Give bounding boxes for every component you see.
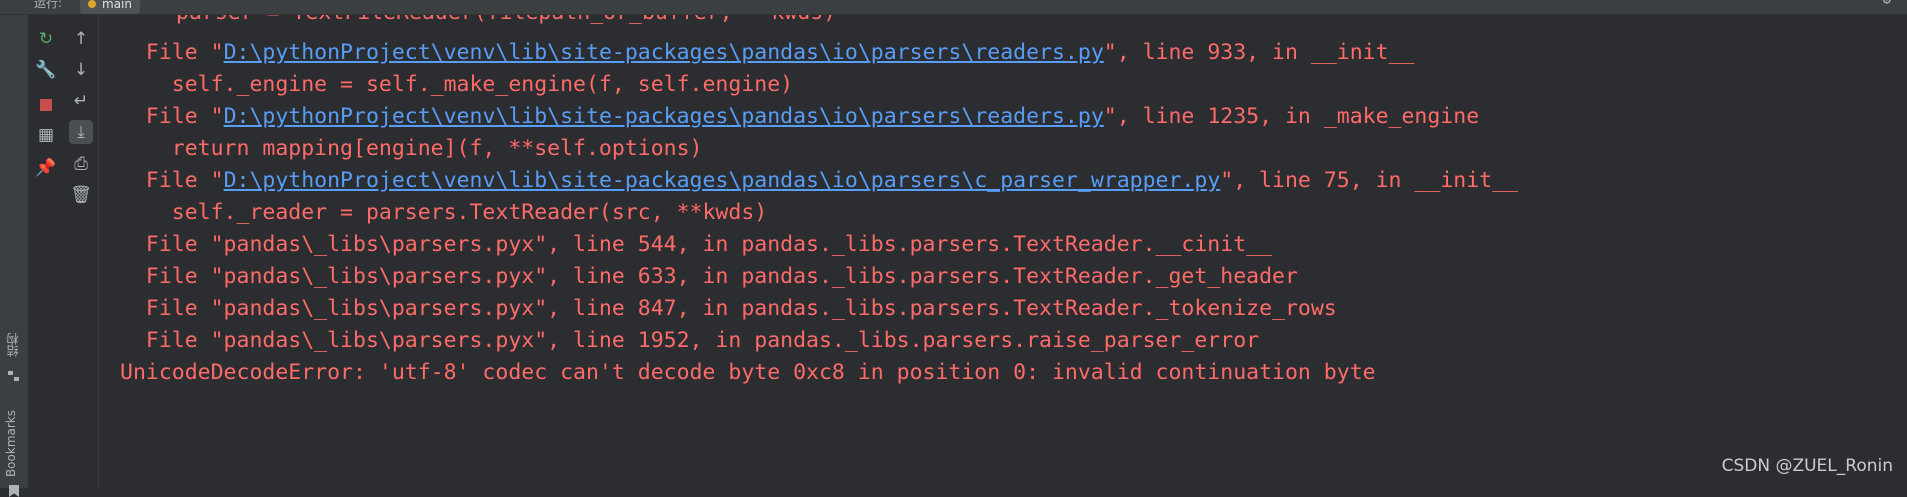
console-line: self._reader = parsers.TextReader(src, *… (120, 200, 768, 225)
console-line: File "D:\pythonProject\venv\lib\site-pac… (120, 40, 1415, 65)
watermark: CSDN @ZUEL_Ronin (1721, 456, 1893, 476)
run-actions-toolbar: ↻ 🔧 ▦ 📌 (29, 15, 63, 488)
console-line: File "D:\pythonProject\venv\lib\site-pac… (120, 104, 1480, 129)
run-tab-label: main (102, 0, 132, 11)
file-link[interactable]: D:\pythonProject\venv\lib\site-packages\… (224, 168, 1221, 193)
arrow-up-icon[interactable]: ↑ (69, 27, 93, 51)
gear-icon[interactable]: ⚙ (1883, 0, 1891, 8)
wrench-icon[interactable]: 🔧 (34, 58, 58, 82)
console-line: self._engine = self._make_engine(f, self… (120, 72, 794, 97)
layout-icon[interactable]: ▦ (34, 123, 58, 147)
print-icon[interactable]: ⎙ (69, 152, 93, 176)
scroll-to-end-icon[interactable]: ⤓ (69, 120, 93, 144)
structure-tab[interactable]: 结构 (4, 333, 21, 357)
file-link[interactable]: D:\pythonProject\venv\lib\site-packages\… (224, 40, 1104, 65)
soft-wrap-icon[interactable]: ↵ (69, 89, 93, 113)
console-line-cut: parser = TextFileReader(filepath_or_buff… (176, 15, 836, 26)
console-error-line: UnicodeDecodeError: 'utf-8' codec can't … (120, 360, 1376, 385)
console-actions-toolbar: ↑ ↓ ↵ ⤓ ⎙ 🗑 (64, 15, 99, 488)
stop-icon[interactable] (34, 93, 58, 117)
console-line: return mapping[engine](f, **self.options… (120, 136, 703, 161)
left-tool-strip: 结构 Bookmarks (0, 15, 29, 497)
trash-icon[interactable]: 🗑 (69, 183, 93, 207)
run-label: 运行: (34, 0, 63, 10)
console-output[interactable]: parser = TextFileReader(filepath_or_buff… (100, 15, 1907, 488)
console-line: File "pandas\_libs\parsers.pyx", line 63… (120, 264, 1298, 289)
pin-icon[interactable]: 📌 (34, 156, 58, 180)
run-tab-main[interactable]: main (80, 0, 140, 14)
run-toolwindow-header: 运行: main ⚙ (0, 0, 1907, 15)
bookmark-icon (9, 485, 19, 497)
bookmarks-tab[interactable]: Bookmarks (4, 410, 18, 477)
file-link[interactable]: D:\pythonProject\venv\lib\site-packages\… (224, 104, 1104, 129)
console-line: File "pandas\_libs\parsers.pyx", line 54… (120, 232, 1273, 257)
rerun-icon[interactable]: ↻ (34, 27, 58, 51)
python-icon (88, 0, 96, 8)
console-line: File "pandas\_libs\parsers.pyx", line 84… (120, 296, 1337, 321)
console-line: File "pandas\_libs\parsers.pyx", line 19… (120, 328, 1260, 353)
structure-icon (8, 371, 20, 381)
arrow-down-icon[interactable]: ↓ (69, 58, 93, 82)
console-line: File "D:\pythonProject\venv\lib\site-pac… (120, 168, 1518, 193)
